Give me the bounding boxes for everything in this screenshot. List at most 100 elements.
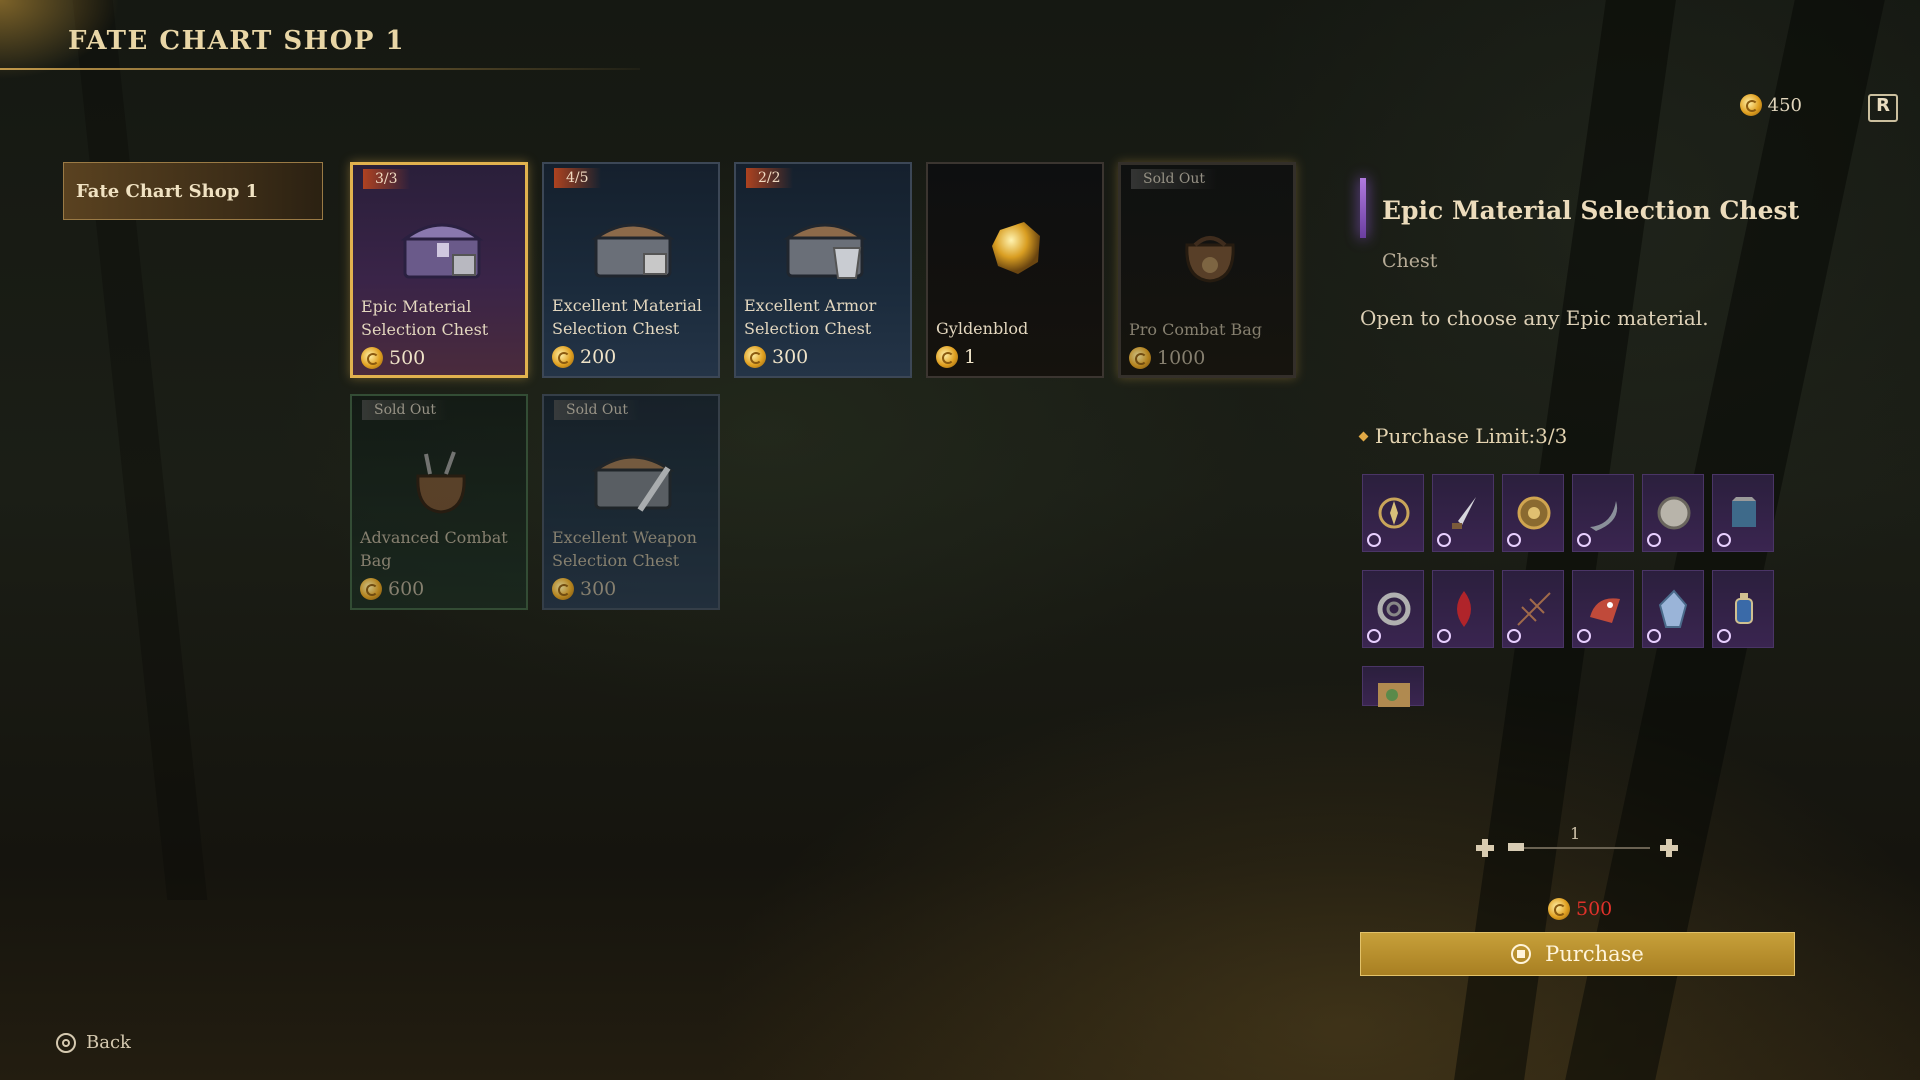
detail-description: Open to choose any Epic material. bbox=[1360, 306, 1709, 330]
beast-skull-icon bbox=[1590, 598, 1620, 623]
currency-display: 450 bbox=[1739, 94, 1802, 116]
fate-coin-icon bbox=[361, 347, 383, 369]
tab-label: Fate Chart Shop 1 bbox=[76, 180, 259, 202]
rarity-accent bbox=[1360, 178, 1366, 238]
combat-bag-icon bbox=[416, 451, 466, 514]
shop-item-card[interactable]: Sold Out Excellent Weapon Selection Ches… bbox=[542, 394, 720, 610]
coin-icon bbox=[1657, 496, 1691, 530]
diamond-icon bbox=[1358, 431, 1369, 441]
shop-item-card[interactable]: Sold Out Advanced Combat Bag 600 bbox=[350, 394, 528, 610]
shop-item-card[interactable]: 2/2 Excellent Armor Selection Chest 300 bbox=[734, 162, 912, 378]
background-tree bbox=[72, 0, 208, 900]
item-name: Gyldenblod bbox=[936, 319, 1029, 338]
fate-coin-icon bbox=[360, 578, 382, 600]
price-value: 600 bbox=[388, 578, 425, 600]
sold-out-badge: Sold Out bbox=[554, 400, 641, 420]
material-slot[interactable] bbox=[1502, 570, 1564, 648]
sold-out-badge: Sold Out bbox=[362, 400, 449, 420]
link-icon bbox=[1437, 533, 1451, 547]
web-icon bbox=[1517, 592, 1551, 626]
header: FATE CHART SHOP 1 bbox=[0, 0, 700, 80]
fate-coin-icon bbox=[552, 578, 574, 600]
currency-amount: 450 bbox=[1767, 94, 1802, 116]
item-name: Pro Combat Bag bbox=[1129, 320, 1263, 339]
purchase-limit: Purchase Limit:3/3 bbox=[1358, 424, 1567, 448]
quantity-slider-track[interactable] bbox=[1510, 847, 1650, 849]
fate-coin-icon bbox=[1129, 347, 1151, 369]
material-slot[interactable] bbox=[1432, 474, 1494, 552]
tab-fate-chart-shop-1[interactable]: Fate Chart Shop 1 bbox=[63, 162, 323, 220]
stock-badge: 2/2 bbox=[746, 168, 793, 188]
stock-badge: 4/5 bbox=[554, 168, 601, 188]
shop-item-card[interactable]: Gyldenblod 1 bbox=[926, 162, 1104, 378]
chest-icon bbox=[400, 223, 484, 279]
detail-type: Chest bbox=[1382, 250, 1438, 272]
scroll-icon bbox=[1378, 683, 1410, 707]
material-slot[interactable] bbox=[1642, 570, 1704, 648]
material-slot[interactable] bbox=[1362, 570, 1424, 648]
r-button-icon[interactable]: R bbox=[1868, 94, 1898, 122]
item-price: 1 bbox=[936, 346, 976, 368]
banner-icon bbox=[1732, 497, 1756, 527]
material-slot[interactable] bbox=[1572, 474, 1634, 552]
link-icon bbox=[1507, 629, 1521, 643]
material-slot[interactable] bbox=[1362, 474, 1424, 552]
material-slot[interactable] bbox=[1502, 474, 1564, 552]
item-price: 200 bbox=[552, 346, 616, 368]
lantern-icon bbox=[1735, 593, 1753, 624]
fate-coin-icon bbox=[552, 346, 574, 368]
ornament-icon bbox=[1517, 496, 1551, 530]
title-underline bbox=[0, 68, 640, 70]
material-slot[interactable] bbox=[1572, 570, 1634, 648]
link-icon bbox=[1367, 533, 1381, 547]
price-value: 1 bbox=[964, 346, 977, 368]
decrease-quantity-icon[interactable] bbox=[1476, 839, 1494, 857]
quantity-slider-handle[interactable] bbox=[1508, 843, 1524, 851]
link-icon bbox=[1647, 533, 1661, 547]
stock-badge: 3/3 bbox=[363, 169, 410, 189]
purchase-label: Purchase bbox=[1545, 942, 1644, 966]
item-price: 300 bbox=[552, 578, 616, 600]
armor-chest-icon bbox=[783, 223, 867, 279]
item-name: Excellent Weapon Selection Chest bbox=[552, 528, 697, 570]
material-slot[interactable] bbox=[1642, 474, 1704, 552]
fate-coin-icon bbox=[936, 346, 958, 368]
material-slot[interactable] bbox=[1712, 474, 1774, 552]
material-slot[interactable] bbox=[1432, 570, 1494, 648]
square-button-icon bbox=[1511, 944, 1532, 964]
circle-button-icon bbox=[56, 1032, 76, 1053]
shop-item-card[interactable]: 4/5 Excellent Material Selection Chest 2… bbox=[542, 162, 720, 378]
back-button[interactable]: Back bbox=[56, 1032, 131, 1053]
item-name: Excellent Material Selection Chest bbox=[552, 296, 702, 338]
detail-title: Epic Material Selection Chest bbox=[1382, 196, 1800, 225]
item-price: 500 bbox=[361, 347, 425, 369]
price-value: 300 bbox=[772, 346, 809, 368]
item-name: Epic Material Selection Chest bbox=[361, 297, 489, 339]
horn-icon bbox=[1590, 501, 1618, 531]
link-icon bbox=[1577, 533, 1591, 547]
fate-coin-icon bbox=[744, 346, 766, 368]
coil-icon bbox=[1377, 592, 1411, 626]
price-value: 1000 bbox=[1157, 347, 1206, 369]
purchase-button[interactable]: Purchase bbox=[1360, 932, 1795, 976]
link-icon bbox=[1507, 533, 1521, 547]
gold-nugget-icon bbox=[992, 222, 1040, 274]
link-icon bbox=[1367, 629, 1381, 643]
chest-icon bbox=[591, 223, 675, 278]
item-price: 300 bbox=[744, 346, 808, 368]
shop-item-card[interactable]: 3/3 Epic Material Selection Chest 500 bbox=[350, 162, 528, 378]
sold-out-badge: Sold Out bbox=[1131, 169, 1218, 189]
fate-coin-icon bbox=[1739, 94, 1762, 116]
material-slot[interactable] bbox=[1362, 666, 1424, 707]
item-name: Excellent Armor Selection Chest bbox=[744, 296, 877, 338]
link-icon bbox=[1717, 629, 1731, 643]
material-slot[interactable] bbox=[1712, 570, 1774, 648]
link-icon bbox=[1717, 533, 1731, 547]
shop-item-card[interactable]: Sold Out Pro Combat Bag 1000 bbox=[1118, 162, 1296, 378]
price-value: 300 bbox=[580, 578, 617, 600]
fate-coin-icon bbox=[1548, 898, 1570, 920]
back-label: Back bbox=[86, 1032, 131, 1053]
dagger-icon bbox=[1452, 497, 1476, 529]
quantity-value: 1 bbox=[1570, 824, 1581, 843]
increase-quantity-icon[interactable] bbox=[1660, 839, 1678, 857]
